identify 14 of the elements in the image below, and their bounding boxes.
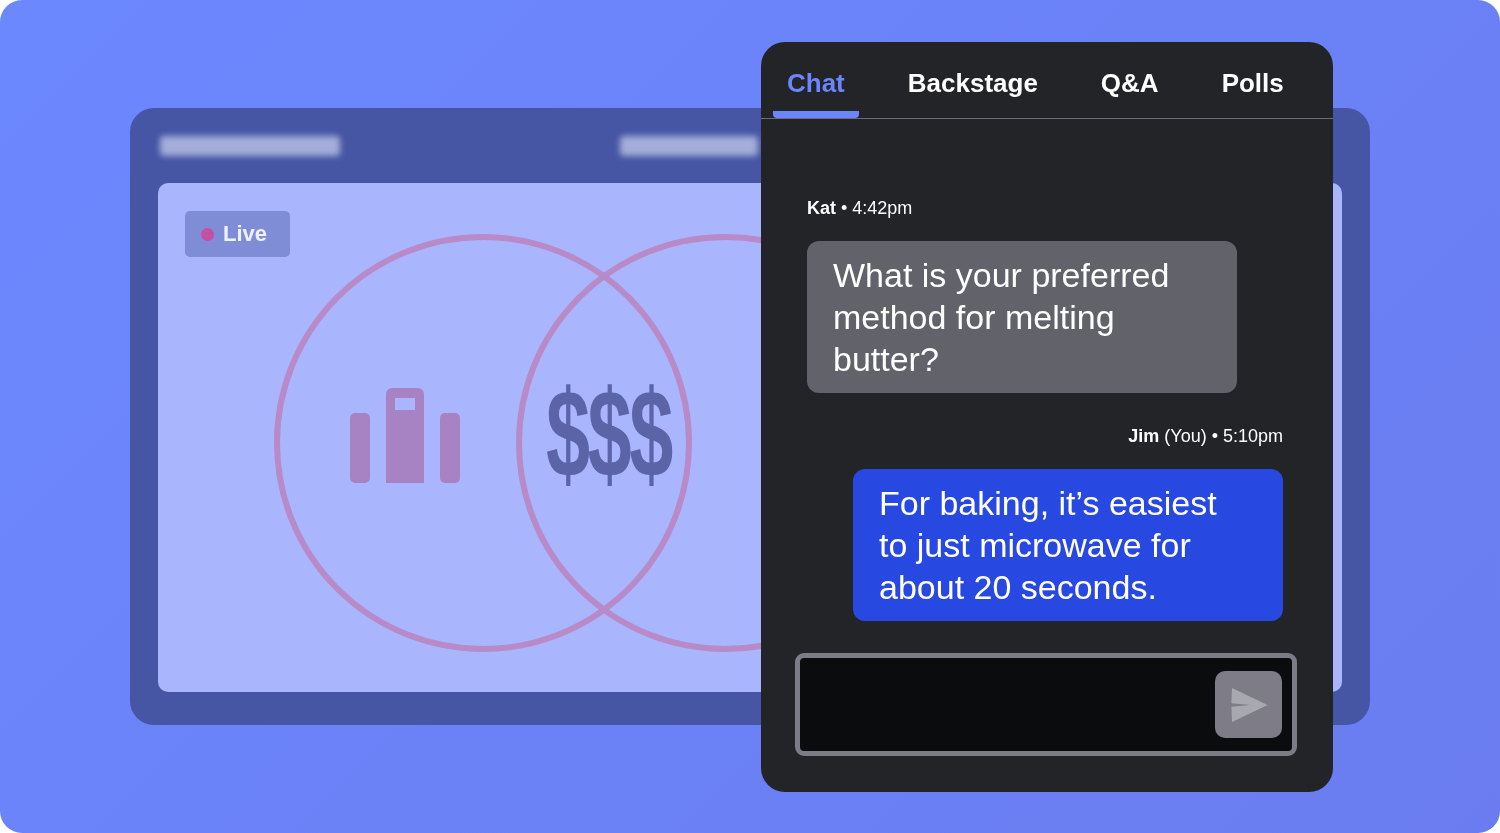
received-message-bubble: What is your preferred method for melting butter? <box>807 241 1237 393</box>
message-author-time: Kat • 4:42pm <box>807 197 913 219</box>
tab[interactable]: Backstage <box>893 62 1052 118</box>
dollar-signs-text: $$$ <box>546 369 671 499</box>
send-icon <box>1229 687 1268 722</box>
message-input-field[interactable] <box>795 653 1297 756</box>
status-dot-icon <box>201 227 214 241</box>
message-author-time: Jim (You) • 5:10pm <box>1128 425 1283 447</box>
send-button[interactable] <box>1215 671 1282 738</box>
sent-message-bubble: For baking, it’s easiest to just microwave for about 20 seconds. <box>853 469 1283 621</box>
tab[interactable]: Polls <box>1207 62 1298 118</box>
live-label: Live <box>223 221 268 247</box>
tab[interactable]: Q&A <box>1086 62 1173 118</box>
briefcase-icon <box>350 388 460 483</box>
